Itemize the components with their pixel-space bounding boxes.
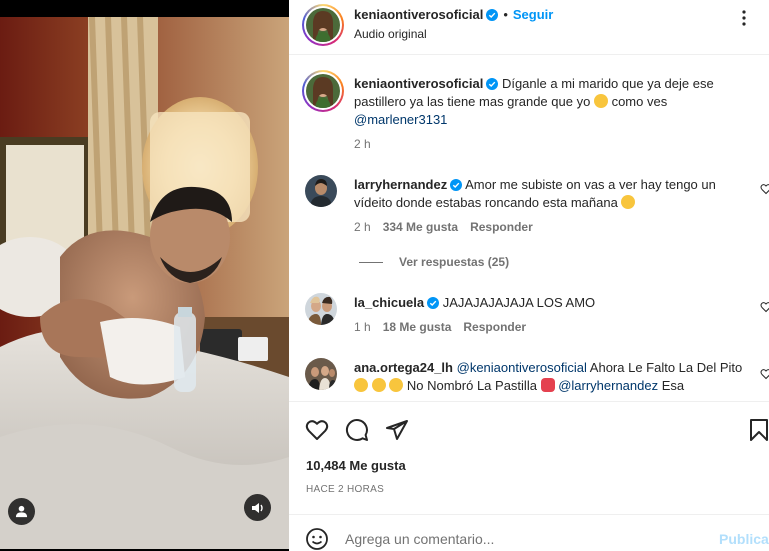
reply-button[interactable]: Responder (470, 220, 533, 234)
comment-item: ana.ortega24_lh @keniaontiverosoficial A… (354, 359, 754, 395)
share-icon[interactable] (385, 418, 409, 442)
comment-username[interactable]: la_chicuela (354, 295, 424, 310)
heart-icon[interactable] (760, 301, 769, 313)
verified-badge-icon (427, 297, 440, 309)
tagged-users-button[interactable] (8, 498, 35, 525)
comment-mention[interactable]: @keniaontiverosoficial (457, 360, 587, 375)
heart-icon[interactable] (760, 368, 769, 380)
comment-time: 1 h (354, 320, 371, 334)
caption-mention[interactable]: @marlener3131 (354, 112, 447, 127)
comment-text: Ahora Le Falto La Del Pito (589, 360, 743, 375)
comment-time: 2 h (354, 220, 371, 234)
caption-avatar[interactable] (302, 70, 344, 112)
audio-label[interactable]: Audio original (354, 27, 427, 41)
post-actions: 10,484 Me gusta HACE 2 HORAS Agrega un c… (289, 401, 769, 551)
comment-text: Esa (661, 378, 685, 393)
comments-list: keniaontiverosoficial Díganle a mi marid… (289, 56, 769, 401)
likes-count[interactable]: 10,484 Me gusta (306, 458, 406, 473)
comment-meta: 2 h 334 Me gusta Responder (354, 220, 533, 234)
post-media (0, 0, 289, 551)
post-header: keniaontiverosoficial • Seguir Audio origi… (289, 0, 769, 55)
video-player[interactable] (0, 17, 289, 549)
pill-emoji-icon (540, 378, 555, 392)
comment-icon[interactable] (345, 418, 369, 442)
verified-badge-icon (486, 9, 499, 21)
comment-mention[interactable]: @larryhernandez (558, 378, 658, 393)
emoji-picker-icon[interactable] (305, 527, 329, 551)
heart-icon[interactable] (760, 183, 769, 195)
follow-button[interactable]: Seguir (513, 7, 553, 22)
comment-username[interactable]: larryhernandez (354, 177, 447, 192)
comment-likes[interactable]: 334 Me gusta (383, 220, 458, 234)
laughing-emoji-icon (621, 195, 636, 209)
rofl-emoji-icon (389, 378, 404, 392)
comment-text: No Nombró La Pastilla (406, 378, 537, 393)
comment-meta: 1 h 18 Me gusta Responder (354, 320, 526, 334)
laughing-emoji-icon (593, 94, 608, 108)
rofl-emoji-icon (371, 378, 386, 392)
bookmark-icon[interactable] (747, 418, 769, 442)
caption-time: 2 h (354, 137, 371, 151)
view-replies-label: Ver respuestas (25) (399, 255, 510, 269)
comment-input[interactable]: Agrega un comentario... (345, 531, 494, 547)
comment-text: JAJAJAJAJAJA LOS AMO (442, 295, 596, 310)
author-line: keniaontiverosoficial • Seguir (354, 7, 553, 22)
caption-text-end: como ves (611, 94, 668, 109)
commenter-avatar[interactable] (305, 175, 337, 207)
verified-badge-icon (450, 179, 463, 191)
post-date: HACE 2 HORAS (306, 484, 385, 495)
view-replies-button[interactable]: Ver respuestas (25) (359, 255, 509, 269)
user-icon (15, 505, 28, 518)
comment-item: larryhernandez Amor me subiste on vas a … (354, 176, 754, 212)
speaker-icon (251, 502, 263, 513)
comment-item: la_chicuela JAJAJAJAJAJA LOS AMO (354, 294, 754, 312)
separator-dot: • (503, 7, 508, 22)
audio-toggle-button[interactable] (244, 494, 271, 521)
author-username[interactable]: keniaontiverosoficial (354, 7, 483, 22)
post-panel: keniaontiverosoficial • Seguir Audio origi… (289, 0, 769, 551)
comment-likes[interactable]: 18 Me gusta (383, 320, 452, 334)
commenter-avatar[interactable] (305, 293, 337, 325)
heart-icon[interactable] (305, 418, 329, 442)
add-comment-bar: Agrega un comentario... Publicar (289, 514, 769, 551)
caption: keniaontiverosoficial Díganle a mi marid… (354, 75, 754, 129)
more-vertical-icon[interactable] (736, 9, 752, 27)
comment-username[interactable]: ana.ortega24_lh (354, 360, 453, 375)
caption-username[interactable]: keniaontiverosoficial (354, 76, 483, 91)
verified-badge-icon (486, 78, 499, 90)
commenter-avatar[interactable] (305, 358, 337, 390)
publish-button[interactable]: Publicar (719, 531, 769, 547)
author-avatar[interactable] (302, 4, 344, 46)
reply-button[interactable]: Responder (463, 320, 526, 334)
rofl-emoji-icon (354, 378, 368, 392)
replies-divider (359, 261, 383, 263)
